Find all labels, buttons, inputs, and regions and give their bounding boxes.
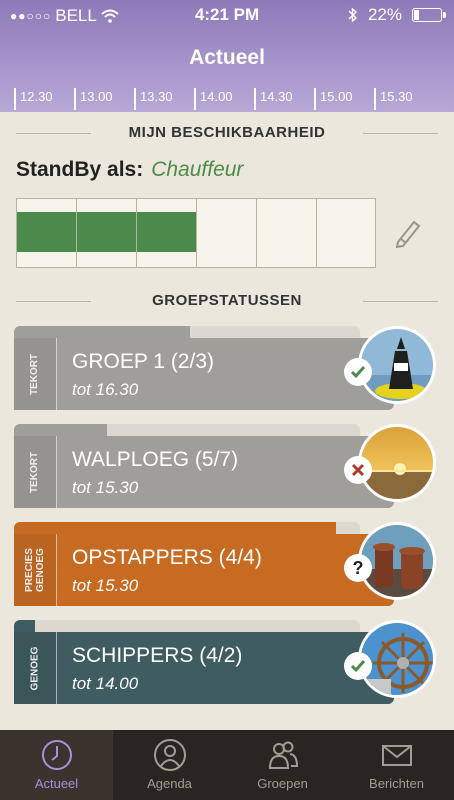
clock-icon: [41, 740, 72, 770]
timeline-tick: 15.00: [314, 88, 353, 110]
standby-line: StandBy als: Chauffeur: [16, 158, 243, 182]
page-title: Actueel: [189, 46, 265, 69]
tab-groepen[interactable]: Groepen: [226, 730, 339, 800]
group-name: OPSTAPPERS (4/4): [72, 546, 262, 569]
check-icon: [344, 358, 372, 386]
group-name: GROEP 1 (2/3): [72, 350, 214, 373]
group-card-body: [14, 534, 394, 606]
group-card[interactable]: PRECIES GENOEG OPSTAPPERS (4/4) tot 15.30?: [14, 522, 436, 606]
group-progress-bar: [14, 620, 360, 632]
group-until: tot 16.30: [72, 380, 139, 399]
group-name: WALPLOEG (5/7): [72, 448, 239, 471]
availability-slot[interactable]: [197, 199, 257, 267]
battery-icon: [412, 8, 446, 22]
availability-slot[interactable]: [317, 199, 375, 267]
group-progress-fill: [14, 620, 35, 632]
group-divider: [56, 338, 57, 410]
tab-berichten[interactable]: Berichten: [339, 730, 454, 800]
group-icon: [268, 741, 298, 769]
group-progress-bar: [14, 424, 360, 436]
battery-percent: 22%: [367, 5, 402, 24]
standby-role[interactable]: Chauffeur: [151, 158, 243, 181]
availability-slot[interactable]: [17, 199, 77, 267]
group-card-body: [14, 632, 394, 704]
group-card[interactable]: TEKORT WALPLOEG (5/7) tot 15.30: [14, 424, 436, 508]
group-card-body: [14, 436, 394, 508]
standby-label: StandBy als:: [16, 158, 144, 181]
group-progress-fill: [14, 326, 191, 338]
group-status-label: PRECIES GENOEG: [14, 534, 56, 606]
cross-icon: [344, 456, 372, 484]
group-status-text: TEKORT: [29, 353, 41, 395]
envelope-icon: [381, 745, 412, 766]
group-status-text: PRECIES GENOEG: [24, 548, 46, 592]
status-bar: ●●○○○ BELL 4:21 PM 22%: [0, 0, 454, 30]
timeline-tick: 14.00: [194, 88, 233, 110]
tab-actueel[interactable]: Actueel: [0, 730, 113, 800]
timeline-tick: 13.00: [74, 88, 113, 110]
tab-label: Actueel: [34, 776, 79, 791]
group-until: tot 14.00: [72, 674, 139, 693]
tab-label: Agenda: [147, 776, 192, 791]
group-status-label: TEKORT: [14, 338, 56, 410]
bluetooth-icon: [348, 7, 357, 23]
group-divider: [56, 632, 57, 704]
group-card[interactable]: TEKORT GROEP 1 (2/3) tot 16.30: [14, 326, 436, 410]
tab-label: Groepen: [257, 776, 308, 791]
group-progress-fill: [14, 522, 336, 534]
groups-section-title: GROEPSTATUSSEN: [16, 292, 438, 309]
group-progress-bar: [14, 326, 360, 338]
group-card-body: [14, 338, 394, 410]
person-icon: [153, 739, 186, 771]
group-status-label: GENOEG: [14, 632, 56, 704]
availability-slot[interactable]: [257, 199, 317, 267]
group-status-text: TEKORT: [29, 451, 41, 493]
group-until: tot 15.30: [72, 478, 139, 497]
timeline-tick: 12.30: [14, 88, 53, 110]
availability-slot[interactable]: [137, 199, 197, 267]
question-icon: ?: [344, 554, 372, 582]
check-icon: [344, 652, 372, 680]
group-name: SCHIPPERS (4/2): [72, 644, 243, 667]
group-status-label: TEKORT: [14, 436, 56, 508]
pencil-icon[interactable]: [392, 214, 422, 250]
group-divider: [56, 436, 57, 508]
group-progress-fill: [14, 424, 108, 436]
timeline-tick: 15.30: [374, 88, 413, 110]
group-progress-bar: [14, 522, 360, 534]
tab-agenda[interactable]: Agenda: [113, 730, 226, 800]
group-card[interactable]: GENOEG SCHIPPERS (4/2) tot 14.00: [14, 620, 436, 704]
timeline: 12.30 13.00 13.30 14.00 14.30 15.00 15.3…: [0, 88, 454, 110]
tab-bar: Actueel Agenda Groepen Berichten: [0, 730, 454, 800]
group-status-text: GENOEG: [29, 646, 41, 690]
availability-grid[interactable]: [16, 198, 376, 268]
tab-label: Berichten: [369, 776, 424, 791]
timeline-tick: 14.30: [254, 88, 293, 110]
group-until: tot 15.30: [72, 576, 139, 595]
status-right: 22%: [348, 5, 446, 25]
timeline-tick: 13.30: [134, 88, 173, 110]
availability-section-title: MIJN BESCHIKBAARHEID: [16, 124, 438, 141]
group-divider: [56, 534, 57, 606]
availability-slot[interactable]: [77, 199, 137, 267]
header: ●●○○○ BELL 4:21 PM 22% Actueel 12.30 13.…: [0, 0, 454, 112]
